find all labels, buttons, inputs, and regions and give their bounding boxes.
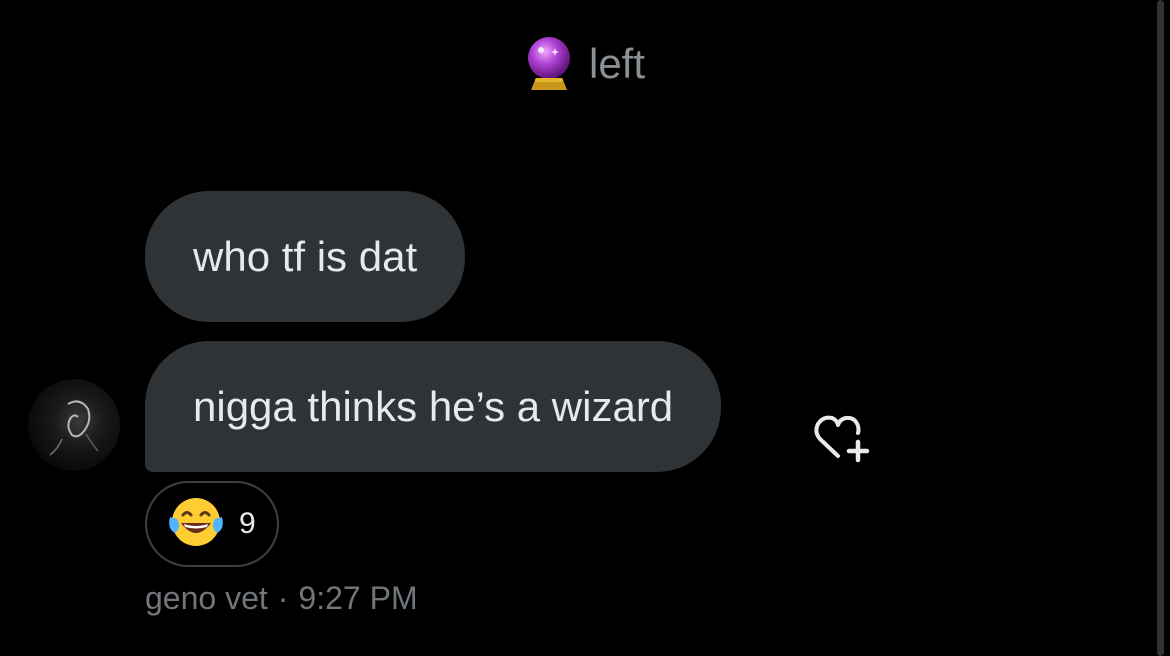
message-bubble[interactable]: who tf is dat <box>145 191 466 322</box>
avatar[interactable] <box>28 379 120 471</box>
reaction-count: 9 <box>239 507 256 540</box>
dm-conversation: left who tf is dat nigga thinks he’s a w… <box>0 0 1170 656</box>
laughing-tears-emoji-icon <box>167 495 225 554</box>
reaction-pill[interactable]: 9 <box>145 481 279 567</box>
sender-name[interactable]: geno vet <box>145 580 268 617</box>
meta-separator: · <box>277 580 289 616</box>
conversation-event: left <box>0 36 1170 92</box>
message-text: who tf is dat <box>193 232 418 280</box>
message-text: nigga thinks he’s a wizard <box>193 382 674 430</box>
message-time: 9:27 PM <box>298 580 418 616</box>
crystal-ball-icon <box>525 36 573 92</box>
message-meta: geno vet · 9:27 PM <box>145 580 418 617</box>
scrollbar[interactable] <box>1157 0 1164 656</box>
add-reaction-heart-icon[interactable] <box>812 412 876 464</box>
message-bubble[interactable]: nigga thinks he’s a wizard <box>145 341 722 472</box>
event-text: left <box>588 40 646 87</box>
